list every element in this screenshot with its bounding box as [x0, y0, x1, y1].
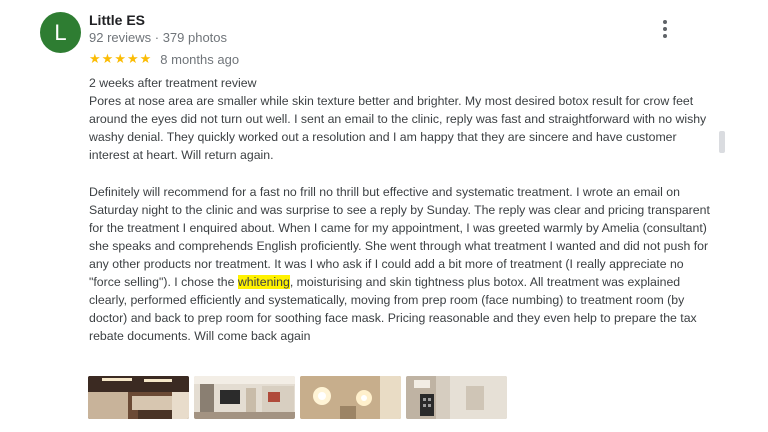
scrollbar-thumb[interactable]: [719, 131, 725, 153]
author-meta: 92 reviews · 379 photos: [89, 30, 228, 45]
highlighted-term: whitening: [237, 275, 290, 290]
clinic-waiting-area-photo: [194, 376, 295, 419]
review-photo-3[interactable]: [300, 376, 401, 419]
star-icon: ★: [101, 51, 114, 66]
review-photo-1[interactable]: [88, 376, 189, 419]
review-photo-2[interactable]: [194, 376, 295, 419]
clinic-lights-photo: [300, 376, 401, 419]
review-heading: 2 weeks after treatment review: [89, 76, 257, 90]
star-icon: ★: [139, 51, 152, 66]
star-rating: ★ ★ ★ ★ ★: [89, 51, 151, 67]
clinic-door-panel-photo: [406, 376, 507, 419]
review-card: L Little ES 92 reviews · 379 photos ★ ★ ★ ★…: [0, 0, 768, 432]
clinic-reception-photo: [88, 376, 189, 419]
avatar[interactable]: L: [40, 12, 81, 53]
review-text: 2 weeks after treatment review Pores at …: [89, 74, 714, 345]
star-icon: ★: [114, 51, 126, 66]
rating-row: ★ ★ ★ ★ ★ 8 months ago: [89, 51, 239, 67]
review-paragraph-2: Definitely will recommend for a fast no …: [89, 183, 714, 346]
author-name[interactable]: Little ES: [89, 12, 145, 28]
review-paragraph-1: Pores at nose area are smaller while ski…: [89, 94, 707, 163]
star-icon: ★: [126, 51, 139, 66]
star-icon: ★: [89, 51, 101, 66]
review-paragraph-2-start: Definitely will recommend for a fast no …: [89, 184, 710, 290]
review-photo-4[interactable]: [406, 376, 507, 419]
review-photos: [88, 376, 507, 419]
more-vert-icon: [663, 20, 667, 24]
more-options-button[interactable]: [657, 18, 673, 40]
review-age: 8 months ago: [160, 51, 240, 67]
